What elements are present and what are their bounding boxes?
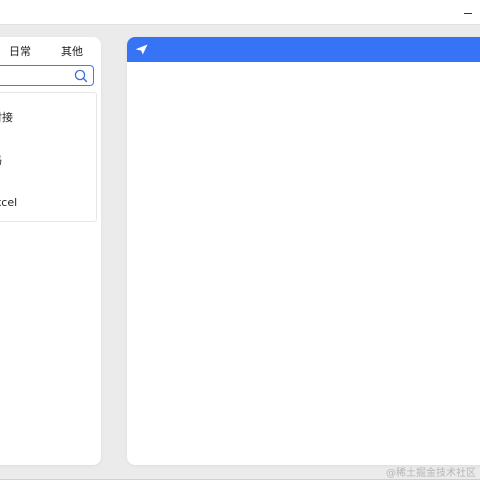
result-list: 对接 码 Excel <box>0 92 97 222</box>
right-panel <box>127 37 480 465</box>
list-item-label: 对接 <box>0 111 13 124</box>
list-item-label: Excel <box>0 196 18 209</box>
list-item-label: 码 <box>0 152 2 168</box>
send-icon[interactable] <box>135 44 148 55</box>
watermark: @稀土掘金技术社区 <box>386 468 476 479</box>
list-item[interactable]: 码 <box>0 144 96 172</box>
workspace: 日常 其他 对接 码 Excel <box>0 25 480 480</box>
search-icon[interactable] <box>74 69 88 83</box>
minimize-icon <box>464 12 472 14</box>
minimize-button[interactable] <box>460 4 476 18</box>
search-box <box>0 65 94 86</box>
left-panel: 日常 其他 对接 码 Excel <box>0 37 101 465</box>
tab-daily[interactable]: 日常 <box>9 43 31 59</box>
window-titlebar <box>0 0 480 25</box>
list-item[interactable]: 对接 <box>0 101 96 129</box>
right-panel-header <box>127 37 480 62</box>
search-input[interactable] <box>0 68 77 85</box>
tab-other[interactable]: 其他 <box>61 43 83 59</box>
list-item[interactable]: Excel <box>0 188 96 216</box>
